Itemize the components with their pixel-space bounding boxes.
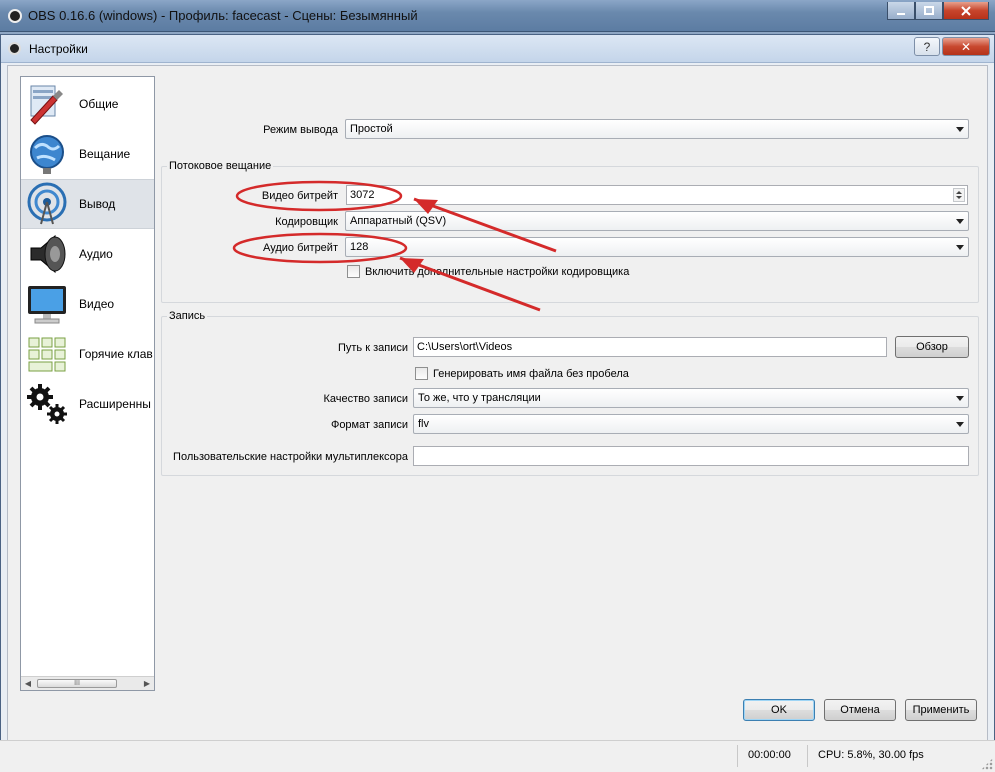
video-bitrate-spinbox[interactable]: 3072 bbox=[346, 185, 968, 205]
main-window-titlebar: OBS 0.16.6 (windows) - Профиль: facecast… bbox=[0, 0, 995, 32]
sidebar-item-label: Вещание bbox=[79, 147, 131, 161]
audio-bitrate-label: Аудио битрейт bbox=[263, 242, 338, 254]
settings-category-list: Общие Вещание Вывод Аудио Видео Горячие … bbox=[20, 76, 155, 691]
status-divider bbox=[737, 745, 738, 767]
speaker-icon bbox=[25, 232, 69, 276]
video-bitrate-label: Видео битрейт bbox=[261, 190, 338, 202]
settings-title: Настройки bbox=[29, 42, 88, 56]
sidebar-item-video[interactable]: Видео bbox=[21, 279, 154, 329]
gears-icon bbox=[25, 382, 69, 426]
browse-button[interactable]: Обзор bbox=[895, 336, 969, 358]
cancel-button[interactable]: Отмена bbox=[824, 699, 896, 721]
recording-quality-label: Качество записи bbox=[323, 393, 408, 405]
scroll-thumb[interactable]: III bbox=[37, 679, 117, 688]
chevron-down-icon bbox=[956, 219, 964, 224]
maximize-button[interactable] bbox=[915, 2, 943, 20]
sidebar-item-broadcast[interactable]: Вещание bbox=[21, 129, 154, 179]
scroll-right-icon[interactable]: ▶ bbox=[140, 677, 154, 690]
resize-grip-icon[interactable] bbox=[981, 758, 993, 770]
sidebar-item-label: Аудио bbox=[79, 247, 113, 261]
main-window-controls bbox=[887, 2, 989, 20]
recording-format-label: Формат записи bbox=[330, 419, 408, 431]
muxer-settings-label: Пользовательские настройки мультиплексор… bbox=[173, 451, 408, 463]
sidebar-item-label: Расширенны bbox=[79, 397, 151, 411]
recording-format-select[interactable]: flv bbox=[413, 414, 969, 434]
maximize-icon bbox=[924, 5, 934, 15]
monitor-icon bbox=[25, 282, 69, 326]
minimize-icon bbox=[897, 12, 905, 15]
recording-path-input[interactable]: C:\Users\ort\Videos bbox=[413, 337, 887, 357]
chevron-down-icon bbox=[956, 396, 964, 401]
output-antenna-icon bbox=[25, 182, 69, 226]
output-mode-value: Простой bbox=[350, 123, 393, 135]
recording-quality-value: То же, что у трансляции bbox=[418, 392, 541, 404]
hotkeys-icon bbox=[25, 332, 69, 376]
settings-body: Общие Вещание Вывод Аудио Видео Горячие … bbox=[7, 65, 988, 741]
encoder-value: Аппаратный (QSV) bbox=[350, 215, 447, 227]
chevron-down-icon bbox=[956, 422, 964, 427]
recording-format-value: flv bbox=[418, 418, 429, 430]
encoder-label: Кодировщик bbox=[275, 216, 338, 228]
chevron-down-icon bbox=[956, 127, 964, 132]
status-bar: 00:00:00 CPU: 5.8%, 30.00 fps bbox=[0, 740, 995, 772]
scroll-left-icon[interactable]: ◀ bbox=[21, 677, 35, 690]
sidebar-item-advanced[interactable]: Расширенны bbox=[21, 379, 154, 429]
encoder-select[interactable]: Аппаратный (QSV) bbox=[345, 211, 969, 231]
recording-quality-select[interactable]: То же, что у трансляции bbox=[413, 388, 969, 408]
help-button[interactable]: ? bbox=[914, 37, 940, 56]
recording-path-label: Путь к записи bbox=[337, 342, 408, 354]
category-list-scrollbar[interactable]: ◀ III ▶ bbox=[21, 676, 154, 690]
sidebar-item-general[interactable]: Общие bbox=[21, 79, 154, 129]
close-icon bbox=[961, 5, 971, 16]
ok-button[interactable]: OK bbox=[743, 699, 815, 721]
muxer-settings-input[interactable] bbox=[413, 446, 969, 466]
output-mode-label: Режим вывода bbox=[263, 124, 338, 136]
sidebar-item-label: Вывод bbox=[79, 197, 116, 211]
settings-dialog: Настройки ? ✕ Общие Вещание Вывод Аудио … bbox=[0, 34, 995, 746]
status-cpu-fps: CPU: 5.8%, 30.00 fps bbox=[818, 749, 924, 761]
sidebar-item-label: Горячие клав bbox=[79, 347, 153, 361]
no-space-filename-label[interactable]: Генерировать имя файла без пробела bbox=[433, 368, 629, 380]
main-close-button[interactable] bbox=[943, 2, 989, 20]
apply-button[interactable]: Применить bbox=[905, 699, 977, 721]
status-timer: 00:00:00 bbox=[748, 749, 791, 761]
spin-arrows-icon[interactable] bbox=[953, 188, 965, 202]
status-divider bbox=[807, 745, 808, 767]
obs-logo-icon bbox=[8, 9, 22, 23]
output-mode-select[interactable]: Простой bbox=[345, 119, 969, 139]
sidebar-item-label: Видео bbox=[79, 297, 115, 311]
advanced-encoder-label[interactable]: Включить дополнительные настройки кодиро… bbox=[365, 266, 629, 278]
settings-close-button[interactable]: ✕ bbox=[942, 37, 990, 56]
advanced-encoder-checkbox[interactable] bbox=[347, 265, 360, 278]
obs-logo-icon bbox=[8, 42, 21, 55]
recording-group-title: Запись bbox=[167, 310, 208, 322]
sidebar-item-label: Общие bbox=[79, 97, 119, 111]
main-window-title: OBS 0.16.6 (windows) - Профиль: facecast… bbox=[28, 8, 418, 23]
audio-bitrate-select[interactable]: 128 bbox=[345, 237, 969, 257]
settings-window-controls: ? ✕ bbox=[914, 37, 990, 56]
recording-path-value: C:\Users\ort\Videos bbox=[417, 341, 513, 353]
globe-broadcast-icon bbox=[25, 132, 69, 176]
streaming-group-title: Потоковое вещание bbox=[167, 160, 274, 172]
sidebar-item-audio[interactable]: Аудио bbox=[21, 229, 154, 279]
chevron-down-icon bbox=[956, 245, 964, 250]
minimize-button[interactable] bbox=[887, 2, 915, 20]
audio-bitrate-value: 128 bbox=[350, 241, 369, 253]
sidebar-item-hotkeys[interactable]: Горячие клав bbox=[21, 329, 154, 379]
sidebar-item-output[interactable]: Вывод bbox=[21, 179, 154, 229]
settings-titlebar: Настройки ? ✕ bbox=[1, 35, 994, 63]
general-settings-icon bbox=[25, 82, 69, 126]
video-bitrate-value: 3072 bbox=[350, 189, 375, 201]
no-space-filename-checkbox[interactable] bbox=[415, 367, 428, 380]
